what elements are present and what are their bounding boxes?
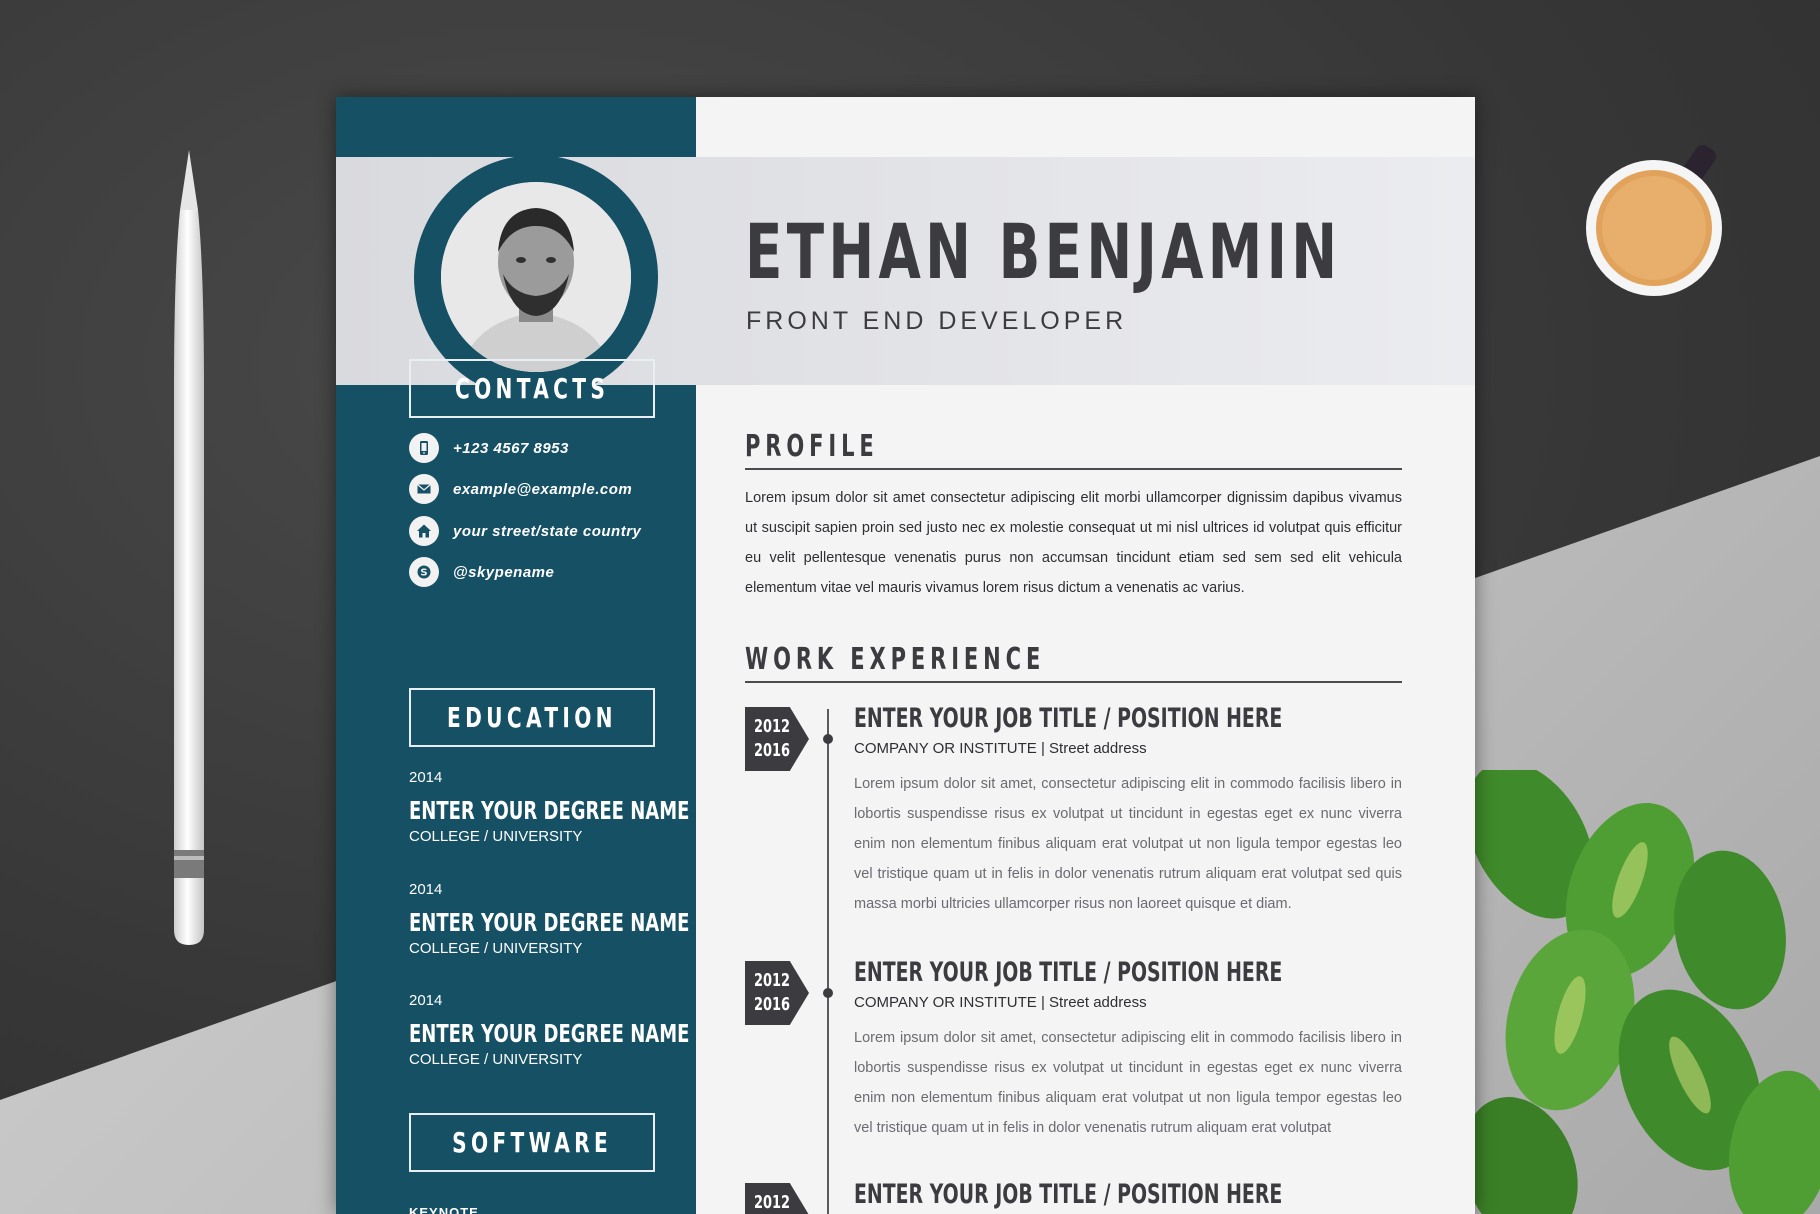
education-heading: EDUCATION [409, 688, 655, 747]
job-year-tag: 2012 2016 [745, 707, 809, 771]
job-description: Lorem ipsum dolor sit amet, consectetur … [854, 776, 1402, 912]
contact-email-text: example@example.com [453, 480, 633, 498]
contact-skype: S @skypename [409, 557, 554, 587]
education-heading-label: EDUCATION [447, 701, 617, 734]
job-year-start: 2012 [754, 1192, 791, 1213]
job-year-tag: 2012 2016 [745, 961, 809, 1025]
coffee-cup-prop [1586, 144, 1722, 296]
phone-icon [409, 433, 439, 463]
home-icon [409, 516, 439, 546]
contacts-heading-label: CONTACTS [454, 372, 610, 405]
job-year-end: 2016 [754, 994, 791, 1015]
education-year: 2014 [409, 992, 443, 1009]
svg-text:S: S [420, 568, 427, 579]
education-college: COLLEGE / UNIVERSITY [409, 828, 583, 845]
education-college: COLLEGE / UNIVERSITY [409, 940, 583, 957]
job-title: ENTER YOUR JOB TITLE / POSITION HERE [854, 957, 1283, 988]
profile-divider [745, 468, 1402, 470]
software-heading-label: SOFTWARE [452, 1126, 612, 1159]
profile-text: Lorem ipsum dolor sit amet consectetur a… [745, 490, 1402, 596]
contact-address-text: your street/state country [453, 522, 642, 540]
job-year-end: 2016 [754, 740, 791, 761]
contact-phone: +123 4567 8953 [409, 433, 569, 463]
contact-email: example@example.com [409, 474, 632, 504]
job-description: Lorem ipsum dolor sit amet, consectetur … [854, 1030, 1402, 1136]
education-degree: ENTER YOUR DEGREE NAME [409, 796, 690, 825]
resume-page: ETHAN BENJAMIN FRONT END DEVELOPER CONTA… [336, 97, 1475, 1214]
contact-address: your street/state country [409, 516, 641, 546]
software-heading: SOFTWARE [409, 1113, 655, 1172]
education-degree: ENTER YOUR DEGREE NAME [409, 908, 690, 937]
education-year: 2014 [409, 769, 443, 786]
job-company: COMPANY OR INSTITUTE | Street address [854, 740, 1147, 757]
contact-skype-text: @skypename [453, 563, 555, 581]
contacts-heading: CONTACTS [409, 359, 655, 418]
job-year-tag: 2012 [745, 1183, 809, 1214]
timeline-dot [823, 734, 833, 744]
timeline-line [827, 709, 829, 1214]
job-year-start: 2012 [754, 716, 791, 737]
mail-icon [409, 474, 439, 504]
contact-phone-text: +123 4567 8953 [453, 439, 569, 457]
profile-photo [441, 182, 631, 372]
pencil-prop [174, 150, 204, 945]
job-year-start: 2012 [754, 970, 791, 991]
software-item: KEYNOTE [409, 1205, 479, 1214]
candidate-name: ETHAN BENJAMIN [745, 207, 1342, 296]
work-experience-heading: WORK EXPERIENCE [745, 642, 1046, 677]
profile-heading: PROFILE [745, 429, 879, 464]
plant-prop [1462, 770, 1820, 1214]
skype-icon: S [409, 557, 439, 587]
education-college: COLLEGE / UNIVERSITY [409, 1051, 583, 1068]
job-title: ENTER YOUR JOB TITLE / POSITION HERE [854, 1179, 1283, 1210]
job-company: COMPANY OR INSTITUTE | Street address [854, 994, 1147, 1011]
work-experience-divider [745, 681, 1402, 683]
education-year: 2014 [409, 881, 443, 898]
education-degree: ENTER YOUR DEGREE NAME [409, 1019, 690, 1048]
timeline-dot [823, 988, 833, 998]
candidate-role: FRONT END DEVELOPER [746, 307, 1128, 335]
job-title: ENTER YOUR JOB TITLE / POSITION HERE [854, 703, 1283, 734]
